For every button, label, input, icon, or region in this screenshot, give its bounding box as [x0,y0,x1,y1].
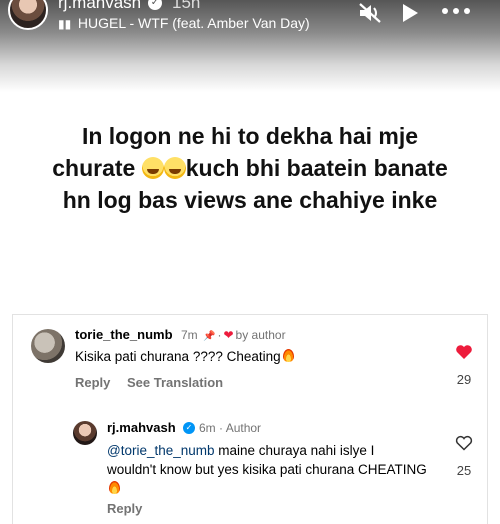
avatar[interactable] [73,421,97,445]
like-count: 29 [456,372,472,387]
verified-badge-icon: ✓ [148,0,162,10]
music-info[interactable]: ▮▮ HUGEL - WTF (feat. Amber Van Day) [58,15,310,31]
comment-meta: 7m 📌 · ❤ by author [181,328,286,342]
mention-link[interactable]: @torie_the_numb [107,443,215,458]
post-text: In logon ne hi to dekha hai mje churate … [14,120,486,216]
comment-section: torie_the_numb 7m 📌 · ❤ by author Kisika pa… [12,314,488,524]
story-header: rj.mahvash ✓ 15h ▮▮ HUGEL - WTF (feat. A… [0,0,500,92]
mute-icon[interactable] [358,2,382,24]
heart-icon: ❤ [223,328,234,342]
reply-button[interactable]: Reply [75,375,110,390]
post-line-2: churate kuch bhi baatein banate [52,155,448,181]
more-icon[interactable] [441,4,471,18]
laughing-emoji-icon [163,157,186,179]
post-line-1: In logon ne hi to dekha hai mje [81,123,419,149]
verified-badge-icon: ✓ [183,422,195,434]
play-icon[interactable] [401,3,419,23]
post-line-3: hn log bas views ane chahiye inke [62,187,438,213]
reply-button[interactable]: Reply [107,501,142,516]
comment-text: @torie_the_numb maine churaya nahi islye… [107,441,427,498]
fire-emoji-icon [109,481,120,494]
story-username[interactable]: rj.mahvash [58,0,141,13]
comment-meta: 6m · Author [199,421,262,435]
comment-text: Kisika pati churana ???? Cheating [75,349,294,364]
comment-username[interactable]: torie_the_numb [75,327,173,342]
comment-username[interactable]: rj.mahvash [107,420,176,435]
pin-icon: 📌 [203,331,216,342]
music-bars-icon: ▮▮ [58,17,72,31]
heart-filled-icon[interactable] [455,344,473,360]
heart-outline-icon[interactable] [455,435,473,451]
fire-emoji-icon [282,349,294,362]
music-title: HUGEL - WTF (feat. Amber Van Day) [77,15,310,31]
laughing-emoji-icon [141,157,164,179]
story-avatar[interactable] [8,0,48,30]
like-count: 25 [456,463,472,478]
see-translation-button[interactable]: See Translation [127,375,223,390]
avatar[interactable] [31,329,65,363]
story-time: 15h [172,0,201,12]
